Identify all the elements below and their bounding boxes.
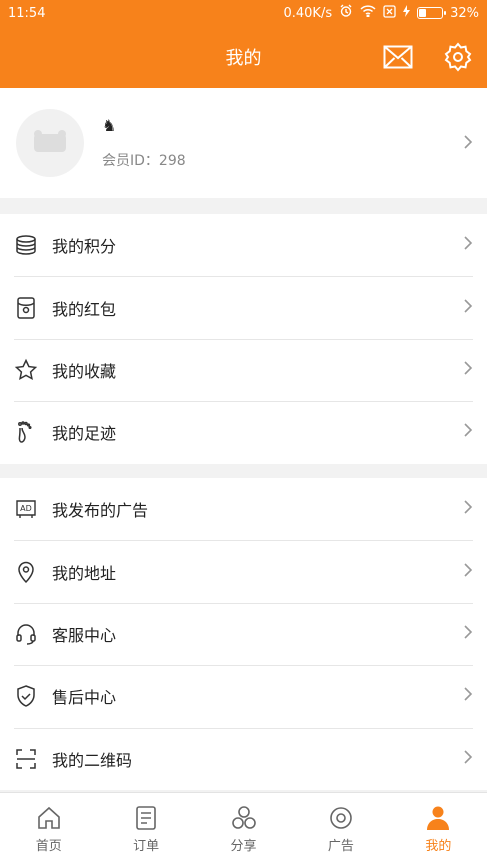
qr-scan-icon bbox=[14, 747, 38, 771]
order-list-icon bbox=[136, 806, 156, 830]
chevron-right-icon bbox=[463, 298, 473, 318]
shield-check-icon bbox=[14, 684, 38, 708]
location-pin-icon bbox=[14, 560, 38, 584]
tab-label: 订单 bbox=[133, 839, 160, 854]
menu-item-label: 我的地址 bbox=[52, 563, 117, 583]
tab-home[interactable]: 首页 bbox=[0, 793, 97, 866]
tab-label: 广告 bbox=[327, 839, 354, 854]
menu-item-label: 客服中心 bbox=[52, 625, 117, 645]
message-button[interactable] bbox=[383, 42, 413, 72]
menu-item-label: 我发布的广告 bbox=[52, 501, 149, 521]
chevron-right-icon bbox=[463, 422, 473, 442]
share-circles-icon bbox=[231, 806, 256, 829]
bottom-tab-bar: 首页 订单 分享 广告 我的 bbox=[0, 792, 487, 866]
menu-item-my-ads[interactable]: AD 我发布的广告 bbox=[0, 478, 487, 540]
menu-group-services: AD 我发布的广告 我的地址 客服中心 售后中心 我的二维码 bbox=[0, 478, 487, 790]
page-title: 我的 bbox=[225, 48, 262, 69]
menu-item-label: 我的收藏 bbox=[52, 361, 117, 381]
menu-item-address[interactable]: 我的地址 bbox=[0, 540, 487, 602]
gear-icon bbox=[444, 42, 472, 72]
alarm-icon bbox=[339, 4, 353, 22]
tab-label: 首页 bbox=[35, 839, 62, 854]
status-bar: 11:54 0.40K/s 32% bbox=[0, 0, 487, 26]
tab-mine[interactable]: 我的 bbox=[390, 793, 487, 866]
headset-icon bbox=[14, 622, 38, 646]
user-icon bbox=[427, 806, 450, 830]
battery-level bbox=[419, 9, 427, 17]
menu-item-points[interactable]: 我的积分 bbox=[0, 214, 487, 276]
ad-icon: AD bbox=[14, 497, 38, 521]
svg-text:AD: AD bbox=[20, 504, 32, 513]
chevron-right-icon bbox=[463, 235, 473, 255]
charging-icon bbox=[403, 5, 411, 21]
footprint-icon bbox=[14, 420, 38, 444]
wifi-icon bbox=[360, 5, 376, 21]
battery-percent: 32% bbox=[450, 5, 479, 21]
menu-group-assets: 我的积分 我的红包 我的收藏 我的足迹 bbox=[0, 214, 487, 464]
chevron-right-icon bbox=[463, 624, 473, 644]
network-speed: 0.40K/s bbox=[283, 5, 333, 21]
envelope-icon bbox=[383, 45, 413, 69]
menu-item-label: 售后中心 bbox=[52, 688, 117, 708]
app-header: 我的 bbox=[0, 26, 487, 88]
ad-target-icon bbox=[330, 807, 352, 829]
settings-button[interactable] bbox=[443, 42, 473, 72]
profile-card[interactable]: ♞ 会员ID：298 bbox=[0, 88, 487, 198]
red-packet-icon bbox=[14, 296, 38, 320]
menu-item-customer-service[interactable]: 客服中心 bbox=[0, 602, 487, 665]
avatar[interactable] bbox=[16, 109, 84, 177]
coins-stack-icon bbox=[14, 233, 38, 257]
tab-label: 分享 bbox=[230, 839, 257, 854]
menu-item-qr-code[interactable]: 我的二维码 bbox=[0, 727, 487, 790]
menu-item-label: 我的红包 bbox=[52, 299, 117, 319]
no-sim-icon bbox=[383, 4, 396, 22]
battery-icon bbox=[417, 7, 447, 19]
chevron-right-icon bbox=[463, 562, 473, 582]
chevron-right-icon bbox=[463, 360, 473, 380]
tab-ads[interactable]: 广告 bbox=[292, 793, 389, 866]
menu-item-label: 我的二维码 bbox=[52, 750, 133, 770]
chevron-right-icon bbox=[463, 134, 473, 154]
home-icon bbox=[37, 806, 60, 829]
menu-item-label: 我的积分 bbox=[52, 237, 117, 257]
member-id: 会员ID：298 bbox=[102, 153, 186, 169]
user-nickname: ♞ bbox=[102, 116, 117, 135]
star-icon bbox=[14, 358, 38, 382]
tab-orders[interactable]: 订单 bbox=[97, 793, 194, 866]
status-indicators: 0.40K/s 32% bbox=[283, 4, 479, 22]
tab-share[interactable]: 分享 bbox=[195, 793, 292, 866]
status-time: 11:54 bbox=[8, 5, 46, 21]
chevron-right-icon bbox=[463, 499, 473, 519]
menu-item-red-packet[interactable]: 我的红包 bbox=[0, 276, 487, 338]
default-avatar-icon bbox=[34, 130, 66, 152]
menu-item-footprints[interactable]: 我的足迹 bbox=[0, 401, 487, 463]
chevron-right-icon bbox=[463, 686, 473, 706]
tab-label: 我的 bbox=[425, 839, 452, 854]
menu-item-after-sales[interactable]: 售后中心 bbox=[0, 665, 487, 727]
menu-item-label: 我的足迹 bbox=[52, 424, 117, 444]
menu-item-favorites[interactable]: 我的收藏 bbox=[0, 338, 487, 401]
chevron-right-icon bbox=[463, 749, 473, 769]
